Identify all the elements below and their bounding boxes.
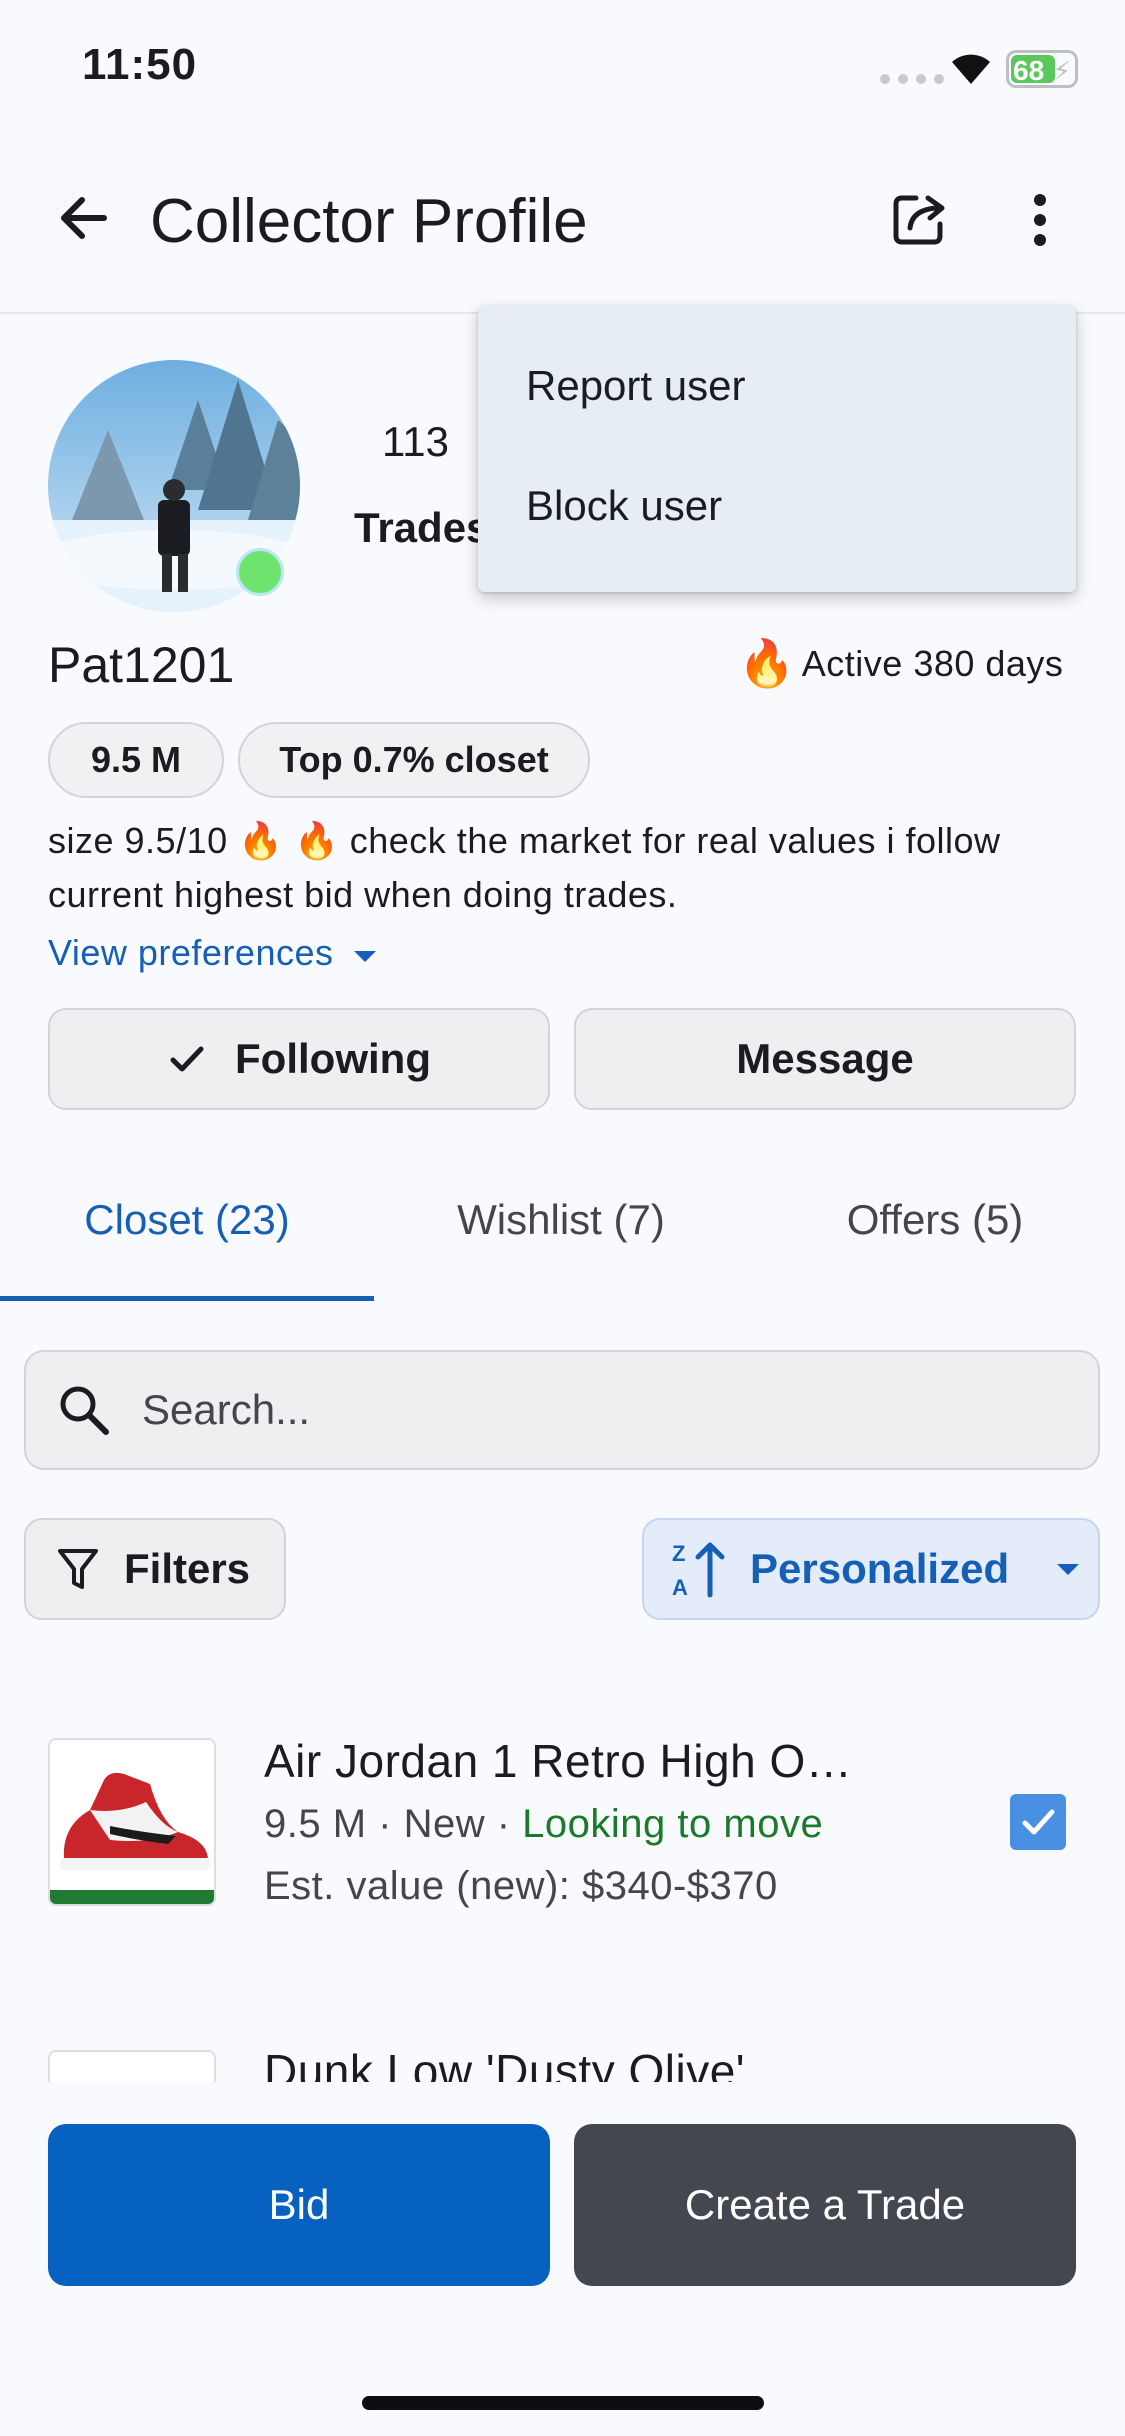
username: Pat1201 — [48, 637, 235, 693]
item-value: Est. value (new): $340-$370 — [264, 1864, 778, 1908]
item-checkbox[interactable] — [1010, 1794, 1066, 1850]
page-title: Collector Profile — [150, 187, 588, 256]
battery-level: 68 — [1013, 55, 1045, 86]
trades-label: Trades — [354, 504, 490, 551]
message-label: Message — [736, 1035, 914, 1082]
sort-az-icon: Z A — [672, 1541, 725, 1599]
more-vertical-icon[interactable] — [1016, 186, 1064, 250]
item-title[interactable]: Air Jordan 1 Retro High O… — [264, 1734, 852, 1788]
message-button[interactable]: Message — [574, 1008, 1076, 1110]
profile-bio: size 9.5/10 🔥 🔥 check the market for rea… — [48, 820, 1001, 915]
active-days-text: Active 380 days — [801, 642, 1064, 684]
battery-icon: 68 ⚡ — [1006, 50, 1078, 88]
filters-label: Filters — [124, 1545, 251, 1592]
menu-item-report-user[interactable]: Report user — [526, 362, 745, 410]
tab-offers[interactable]: Offers (5) — [748, 1196, 1122, 1244]
share-icon[interactable] — [888, 186, 952, 250]
rank-chip: Top 0.7% closet — [238, 722, 590, 798]
active-tab-indicator — [0, 1296, 374, 1301]
sort-dropdown[interactable]: Z A Personalized — [642, 1518, 1100, 1620]
online-status-indicator — [236, 548, 284, 596]
caret-down-icon — [353, 950, 376, 962]
caret-down-icon — [1057, 1563, 1080, 1575]
bid-button[interactable]: Bid — [48, 2124, 550, 2286]
svg-text:Z: Z — [672, 1541, 685, 1566]
wifi-icon — [952, 54, 990, 84]
filter-icon — [58, 1549, 98, 1589]
trades-count: 113 — [382, 418, 449, 465]
search-input[interactable]: Search... — [24, 1350, 1100, 1470]
menu-item-block-user[interactable]: Block user — [526, 482, 722, 530]
view-preferences-link[interactable]: View preferences — [48, 932, 376, 974]
check-icon — [1022, 1809, 1055, 1835]
tab-wishlist[interactable]: Wishlist (7) — [374, 1196, 748, 1244]
cellular-signal-icon — [880, 74, 944, 84]
item-meta: 9.5 M · New · Looking to move — [264, 1802, 824, 1846]
following-label: Following — [235, 1035, 431, 1082]
back-arrow-icon[interactable] — [52, 186, 116, 250]
item-thumbnail[interactable] — [48, 1738, 216, 1906]
item-size: 9.5 M — [264, 1802, 367, 1846]
overflow-menu: Report user Block user — [478, 306, 1076, 592]
filters-button[interactable]: Filters — [24, 1518, 286, 1620]
svg-text:A: A — [672, 1575, 688, 1599]
active-streak: 🔥 Active 380 days — [738, 636, 1063, 691]
search-placeholder: Search... — [142, 1386, 311, 1433]
view-preferences-label: View preferences — [48, 932, 334, 973]
search-icon — [60, 1386, 109, 1435]
following-button[interactable]: Following — [48, 1008, 550, 1110]
size-chip: 9.5 M — [48, 722, 224, 798]
item-condition: New — [403, 1802, 486, 1846]
create-trade-button[interactable]: Create a Trade — [574, 2124, 1076, 2286]
fire-icon: 🔥 — [738, 637, 796, 689]
status-time: 11:50 — [82, 40, 198, 89]
sort-label: Personalized — [750, 1545, 1010, 1592]
tab-closet[interactable]: Closet (23) — [0, 1196, 374, 1244]
check-icon — [170, 1046, 204, 1072]
item-status: Looking to move — [522, 1802, 824, 1846]
home-indicator — [362, 2396, 764, 2410]
